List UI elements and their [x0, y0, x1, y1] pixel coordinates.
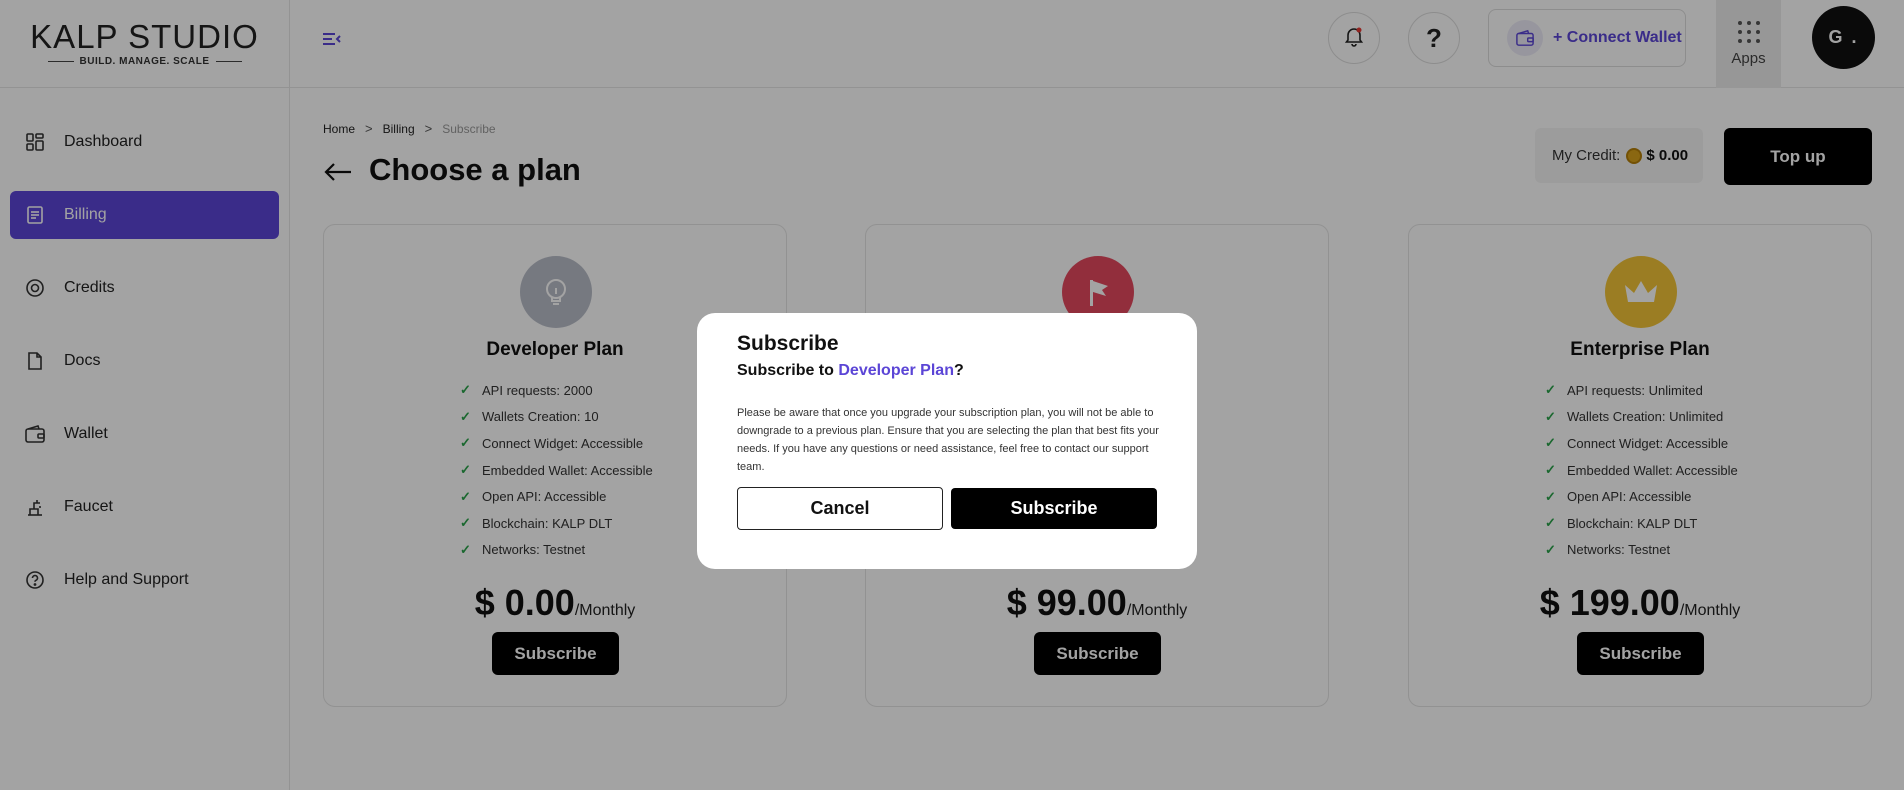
subscribe-dialog: Subscribe Subscribe to Developer Plan? P…	[697, 313, 1197, 569]
dialog-title: Subscribe	[737, 332, 839, 355]
dialog-plan-name: Developer Plan	[838, 362, 954, 379]
dialog-actions: Cancel Subscribe	[737, 487, 1157, 530]
confirm-subscribe-button[interactable]: Subscribe	[951, 488, 1157, 529]
dialog-question: Subscribe to Developer Plan?	[737, 362, 964, 379]
dialog-message: Please be aware that once you upgrade yo…	[737, 407, 1159, 473]
cancel-button[interactable]: Cancel	[737, 487, 943, 530]
